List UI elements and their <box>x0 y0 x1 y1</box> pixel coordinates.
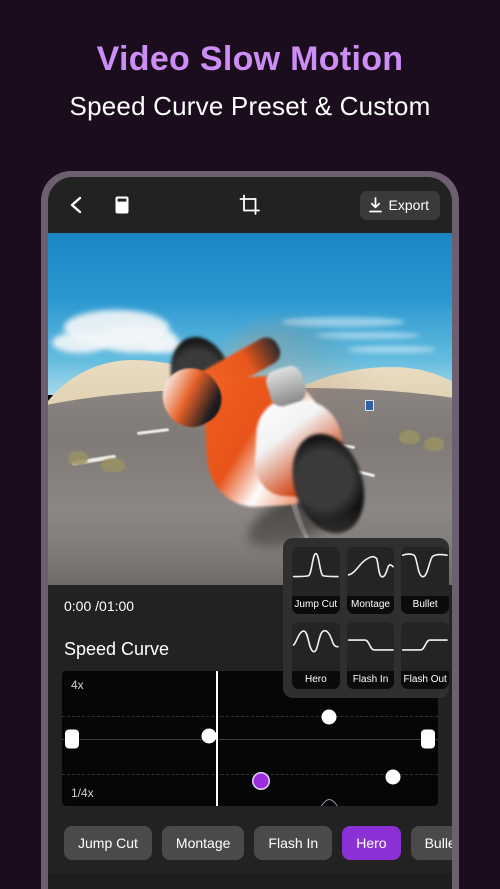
preset-option-label: Hero <box>292 671 340 689</box>
preset-popup: Jump Cut Montage Bullet Hero Flash In Flash O… <box>283 538 449 698</box>
preset-option-label: Bullet <box>401 596 449 614</box>
speed-curve-title: Speed Curve <box>64 638 170 659</box>
preset-option-bullet[interactable]: Bullet <box>401 547 449 614</box>
preset-chip-bullet[interactable]: Bullet <box>410 826 452 860</box>
video-preview[interactable] <box>48 233 452 585</box>
promo-header: Video Slow Motion Speed Curve Preset & C… <box>0 0 500 160</box>
toolbar-right-group: Export <box>359 190 440 220</box>
curve-endpoint-handle[interactable] <box>421 729 436 748</box>
shrub <box>68 451 89 466</box>
back-button[interactable] <box>60 189 92 221</box>
preset-option-label: Montage <box>346 596 395 614</box>
app-promo-screenshot: Video Slow Motion Speed Curve Preset & C… <box>0 0 500 889</box>
preset-option-flash-out[interactable]: Flash Out <box>401 622 449 689</box>
crop-button[interactable] <box>234 189 266 221</box>
preset-option-jump-cut[interactable]: Jump Cut <box>292 547 340 614</box>
keyframe-node-selected[interactable] <box>253 773 269 789</box>
preset-curve-thumbnail <box>347 622 395 660</box>
promo-subtitle: Speed Curve Preset & Custom <box>69 91 431 121</box>
aspect-ratio-button[interactable] <box>106 189 138 221</box>
export-label: Export <box>388 197 429 213</box>
cloud-wisp <box>346 345 436 353</box>
cloud <box>52 331 109 353</box>
aspect-ratio-icon <box>115 196 129 214</box>
keyframe-node[interactable] <box>201 728 217 744</box>
toolbar-left-group <box>60 189 138 221</box>
crop-icon <box>239 194 260 215</box>
download-icon <box>368 196 382 212</box>
playhead[interactable] <box>216 671 219 806</box>
preset-option-hero[interactable]: Hero <box>292 622 340 689</box>
preset-curve-thumbnail <box>347 547 395 585</box>
preset-curve-thumbnail <box>401 622 449 660</box>
time-indicator: 0:00 /01:00 <box>64 598 135 614</box>
preset-chip-montage[interactable]: Montage <box>161 826 245 860</box>
preset-option-montage[interactable]: Montage <box>346 547 395 614</box>
keyframe-node[interactable] <box>385 769 401 785</box>
preset-chip-row: Jump Cut Montage Flash In Hero Bullet <box>48 816 452 874</box>
curve-endpoint-handle[interactable] <box>64 729 79 748</box>
preset-option-label: Jump Cut <box>292 596 340 614</box>
phone-frame: Export 0:00 /01:00 Speed Curve 4x 1/4x J… <box>41 171 459 889</box>
preset-chip-hero[interactable]: Hero <box>342 826 401 860</box>
preset-curve-thumbnail <box>401 547 449 585</box>
promo-title: Video Slow Motion <box>96 40 404 78</box>
preset-chip-jump-cut[interactable]: Jump Cut <box>64 826 152 860</box>
shrub <box>100 458 125 473</box>
shrub <box>399 430 420 445</box>
app-toolbar: Export <box>48 177 452 233</box>
phone-screen: Export 0:00 /01:00 Speed Curve 4x 1/4x J… <box>48 177 452 889</box>
preset-option-label: Flash In <box>346 671 395 689</box>
preset-chip-flash-in[interactable]: Flash In <box>254 826 333 860</box>
preset-option-flash-in[interactable]: Flash In <box>346 622 395 689</box>
shrub <box>423 437 444 452</box>
export-button[interactable]: Export <box>359 190 440 220</box>
preset-curve-thumbnail <box>292 622 340 660</box>
keyframe-node[interactable] <box>321 709 337 725</box>
preset-option-label: Flash Out <box>401 671 449 689</box>
chevron-left-icon <box>70 196 82 214</box>
preset-curve-thumbnail <box>292 547 340 585</box>
